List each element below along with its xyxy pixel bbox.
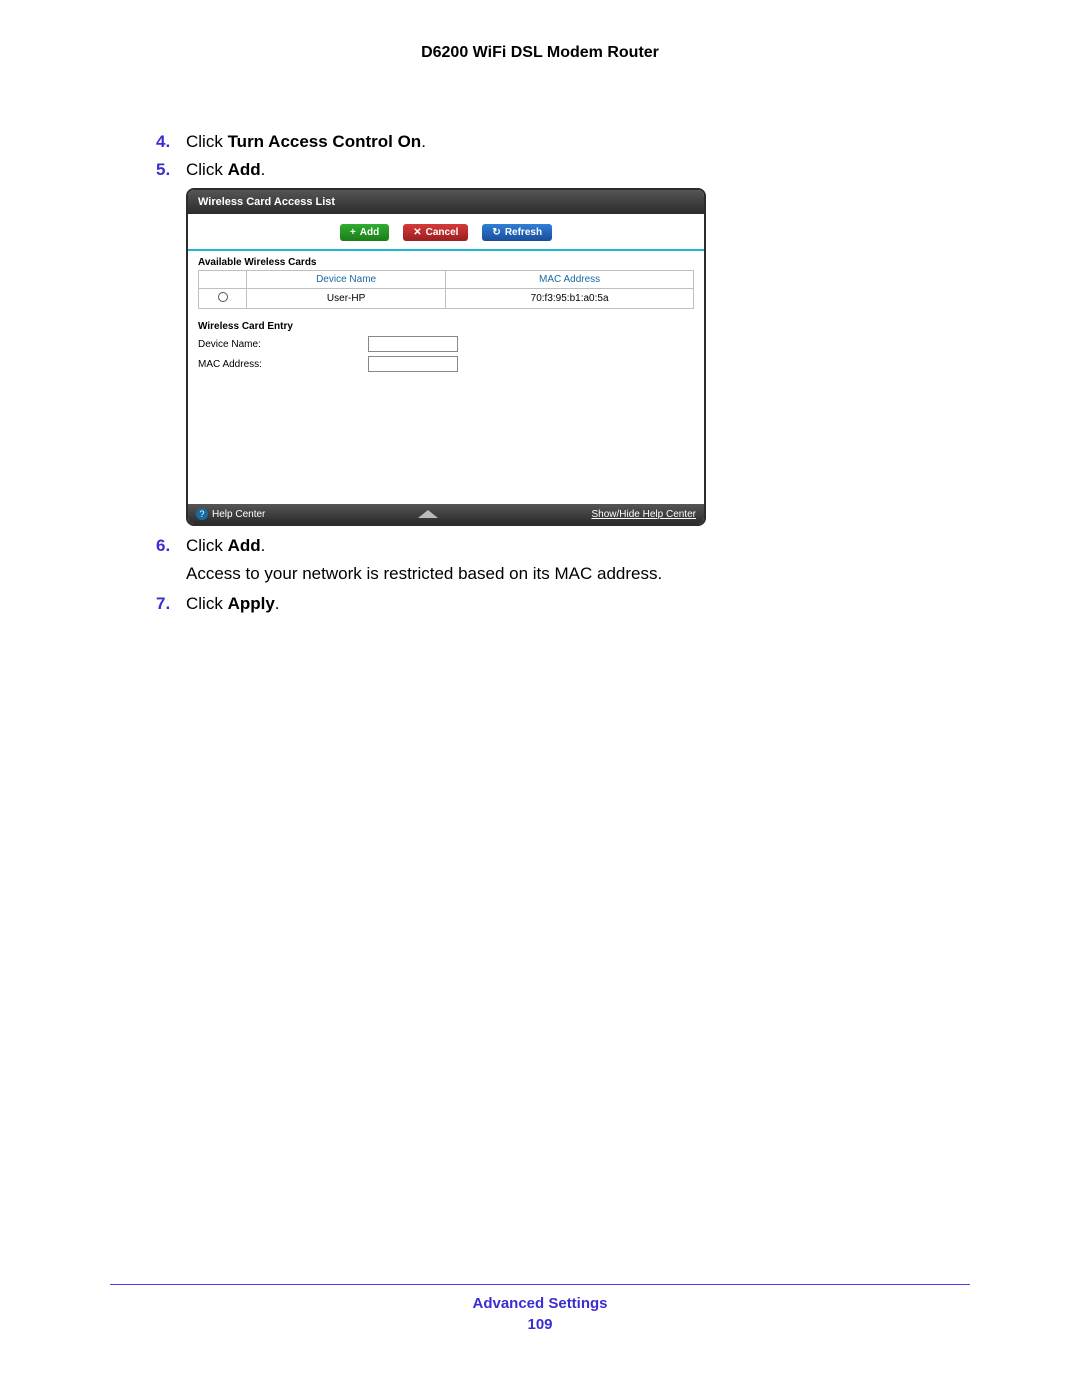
footer-page-number: 109 — [110, 1316, 970, 1333]
row-radio[interactable] — [218, 292, 228, 302]
step-number: 4. — [156, 132, 186, 152]
step-bold: Add — [228, 160, 261, 179]
show-hide-help-link[interactable]: Show/Hide Help Center — [591, 509, 696, 520]
step-suffix: . — [261, 536, 266, 555]
step-number: 7. — [156, 594, 186, 614]
panel-footer: ? Help Center Show/Hide Help Center — [188, 504, 704, 524]
plus-icon: + — [350, 227, 356, 238]
available-cards-header: Available Wireless Cards — [188, 251, 704, 270]
col-select — [199, 271, 247, 289]
mac-address-input[interactable] — [368, 356, 458, 372]
step-text: Click Add. — [186, 160, 265, 180]
col-mac-address: MAC Address — [446, 271, 694, 289]
available-cards-table: Device Name MAC Address User-HP 70:f3:95… — [198, 270, 694, 309]
step-text: Click Apply. — [186, 594, 280, 614]
step-number: 5. — [156, 160, 186, 180]
close-icon: ✕ — [413, 227, 421, 238]
page-footer: Advanced Settings 109 — [110, 1284, 970, 1333]
step-suffix: . — [261, 160, 266, 179]
cell-device-name: User-HP — [247, 289, 446, 309]
mac-address-label: MAC Address: — [198, 359, 368, 370]
chevron-up-icon[interactable] — [418, 510, 438, 518]
step-prefix: Click — [186, 132, 228, 151]
cancel-button[interactable]: ✕ Cancel — [403, 224, 468, 241]
router-ui-panel: Wireless Card Access List + Add ✕ Cancel… — [186, 188, 706, 526]
instruction-list: 4. Click Turn Access Control On. 5. Clic… — [156, 132, 876, 614]
add-button[interactable]: + Add — [340, 224, 389, 241]
entry-header: Wireless Card Entry — [188, 315, 704, 334]
device-name-label: Device Name: — [198, 339, 368, 350]
help-icon: ? — [196, 508, 208, 520]
step-prefix: Click — [186, 160, 228, 179]
help-center-label: Help Center — [212, 509, 265, 520]
step-5: 5. Click Add. — [156, 160, 876, 180]
step-6-sub: Access to your network is restricted bas… — [186, 564, 876, 584]
step-suffix: . — [421, 132, 426, 151]
step-bold: Add — [228, 536, 261, 555]
add-button-label: Add — [360, 227, 379, 238]
panel-title: Wireless Card Access List — [188, 190, 704, 214]
step-suffix: . — [275, 594, 280, 613]
device-name-input[interactable] — [368, 336, 458, 352]
doc-title: D6200 WiFi DSL Modem Router — [0, 0, 1080, 62]
step-7: 7. Click Apply. — [156, 594, 876, 614]
step-6: 6. Click Add. — [156, 536, 876, 556]
footer-section-title: Advanced Settings — [110, 1295, 970, 1312]
refresh-button-label: Refresh — [505, 227, 542, 238]
step-4: 4. Click Turn Access Control On. — [156, 132, 876, 152]
refresh-icon: ↻ — [492, 227, 500, 238]
entry-mac-row: MAC Address: — [188, 354, 704, 374]
panel-spacer — [188, 374, 704, 504]
entry-device-row: Device Name: — [188, 334, 704, 354]
col-device-name: Device Name — [247, 271, 446, 289]
step-number: 6. — [156, 536, 186, 556]
toolbar: + Add ✕ Cancel ↻ Refresh — [188, 214, 704, 251]
step-bold: Turn Access Control On — [228, 132, 422, 151]
footer-rule — [110, 1284, 970, 1285]
help-center-link[interactable]: ? Help Center — [196, 508, 265, 520]
step-prefix: Click — [186, 536, 228, 555]
cell-mac-address: 70:f3:95:b1:a0:5a — [446, 289, 694, 309]
step-text: Click Turn Access Control On. — [186, 132, 426, 152]
refresh-button[interactable]: ↻ Refresh — [482, 224, 552, 241]
table-row: User-HP 70:f3:95:b1:a0:5a — [199, 289, 694, 309]
step-prefix: Click — [186, 594, 228, 613]
step-text: Click Add. — [186, 536, 265, 556]
cancel-button-label: Cancel — [426, 227, 459, 238]
step-bold: Apply — [228, 594, 275, 613]
